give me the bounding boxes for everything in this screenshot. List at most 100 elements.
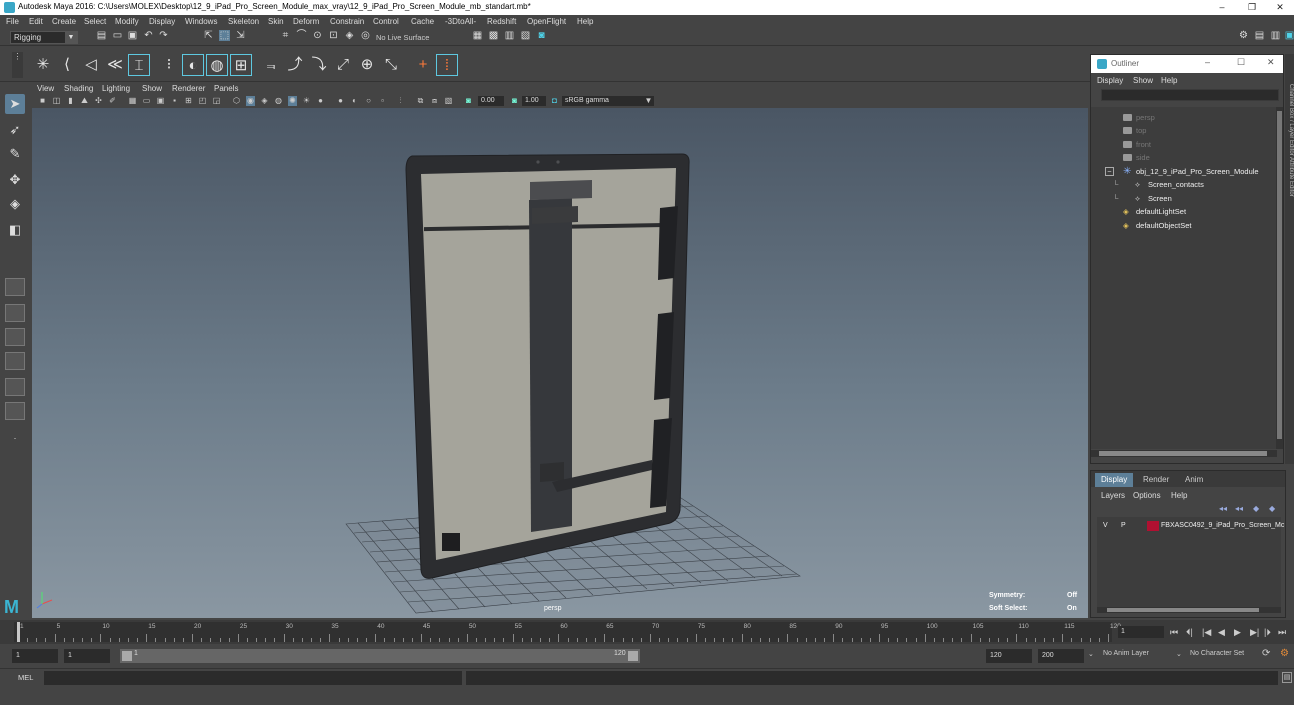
render-view-icon[interactable]: ◙ xyxy=(536,30,547,41)
open-scene-icon[interactable]: ▭ xyxy=(112,30,123,41)
film-gate-icon[interactable]: ▭ xyxy=(142,96,151,106)
ambient-occlusion-icon[interactable]: ● xyxy=(316,96,325,106)
outliner-search-input[interactable] xyxy=(1101,89,1279,101)
cluster-icon[interactable]: ⁞ xyxy=(436,54,458,76)
play-forwards-button[interactable]: ▶ xyxy=(1234,626,1241,638)
exposure-icon[interactable]: ◙ xyxy=(464,96,473,106)
menu-skeleton[interactable]: Skeleton xyxy=(228,17,259,26)
camera-attributes-icon[interactable]: ◫ xyxy=(52,96,61,106)
persp-graph-layout-icon[interactable] xyxy=(5,352,25,370)
menu-skin[interactable]: Skin xyxy=(268,17,284,26)
gamma-icon[interactable]: ◙ xyxy=(510,96,519,106)
image-plane-icon[interactable]: ⛰ xyxy=(80,96,89,106)
scroll-thumb[interactable] xyxy=(1277,111,1282,439)
outliner-menu-display[interactable]: Display xyxy=(1097,76,1123,85)
paint-weights-icon[interactable]: ◍ xyxy=(206,54,228,76)
layer-menu-layers[interactable]: Layers xyxy=(1101,491,1125,500)
color-space-dropdown[interactable]: sRGB gamma xyxy=(562,96,654,106)
pole-vector-icon[interactable]: ⤡ xyxy=(380,54,402,76)
view-transform-icon[interactable]: ◘ xyxy=(550,96,559,106)
move-layer-down-icon[interactable]: ◂◂ xyxy=(1235,504,1243,513)
lasso-tool-icon[interactable]: ➶ xyxy=(5,120,25,140)
point-constraint-icon[interactable]: ⫬ xyxy=(260,54,282,76)
safe-action-icon[interactable]: ◰ xyxy=(198,96,207,106)
textured-icon[interactable]: ◍ xyxy=(274,96,283,106)
save-scene-icon[interactable]: ▣ xyxy=(127,30,138,41)
orient-joint-icon[interactable]: ⌶ xyxy=(128,54,150,76)
step-back-frame-button[interactable]: |◀ xyxy=(1202,626,1211,638)
new-layer-selected-icon[interactable]: ◆ xyxy=(1269,504,1275,513)
render-frame-icon[interactable]: ▦ xyxy=(472,30,483,41)
menu-help[interactable]: Help xyxy=(577,17,593,26)
layer-horizontal-scrollbar[interactable] xyxy=(1097,607,1281,613)
wireframe-on-shaded-icon[interactable]: ◈ xyxy=(260,96,269,106)
menu-openflight[interactable]: OpenFlight xyxy=(527,17,566,26)
shelf-tab-handle[interactable]: ⋮ xyxy=(12,52,23,78)
play-backwards-button[interactable]: ◀ xyxy=(1218,626,1225,638)
use-all-lights-icon[interactable]: ✺ xyxy=(288,96,297,106)
range-end-handle[interactable] xyxy=(628,651,638,661)
grid-toggle-icon[interactable]: ▦ xyxy=(128,96,137,106)
layer-playback-toggle[interactable]: P xyxy=(1121,520,1126,532)
snap-view-icon[interactable]: ⊡ xyxy=(328,30,339,41)
collapse-toggle[interactable]: − xyxy=(1105,167,1114,176)
new-scene-icon[interactable]: ▤ xyxy=(96,30,107,41)
ik-spline-icon[interactable]: ◁ xyxy=(80,54,102,76)
outliner-menu-show[interactable]: Show xyxy=(1133,76,1153,85)
anim-layer-dropdown[interactable]: No Anim Layer xyxy=(1103,650,1149,657)
close-button[interactable]: ✕ xyxy=(1266,0,1294,15)
step-forward-key-button[interactable]: |⏵ xyxy=(1264,626,1271,638)
menu-file[interactable]: File xyxy=(6,17,19,26)
vp-menu-show[interactable]: Show xyxy=(142,84,162,93)
attribute-editor-toggle-icon[interactable]: ▣ xyxy=(1284,30,1294,41)
current-time-marker[interactable] xyxy=(17,622,20,642)
menu-redshift[interactable]: Redshift xyxy=(487,17,516,26)
safe-title-icon[interactable]: ◲ xyxy=(212,96,221,106)
playback-end-field[interactable]: 120 xyxy=(986,649,1032,663)
motion-blur-icon[interactable]: ● xyxy=(336,96,345,106)
vp-menu-renderer[interactable]: Renderer xyxy=(172,84,205,93)
menu-create[interactable]: Create xyxy=(52,17,76,26)
menu-edit[interactable]: Edit xyxy=(29,17,43,26)
outliner-item-side[interactable]: side xyxy=(1091,151,1277,164)
vp-menu-lighting[interactable]: Lighting xyxy=(102,84,130,93)
ipr-render-icon[interactable]: ▩ xyxy=(488,30,499,41)
attribute-editor-side-tab[interactable]: Channel Box / Layer Editor Attribute Edi… xyxy=(1285,54,1294,464)
animation-start-field[interactable]: 1 xyxy=(12,649,58,663)
outliner-item-screen[interactable]: └ ⟡ Screen xyxy=(1091,192,1277,205)
snap-grid-icon[interactable]: ⌗ xyxy=(280,30,291,41)
vp-menu-panels[interactable]: Panels xyxy=(214,84,238,93)
undo-icon[interactable]: ↶ xyxy=(143,30,154,41)
smooth-shade-icon[interactable]: ◉ xyxy=(246,96,255,106)
outliner-close-button[interactable]: ✕ xyxy=(1267,57,1275,68)
menu-select[interactable]: Select xyxy=(84,17,106,26)
rotate-tool-icon[interactable]: ◈ xyxy=(5,194,25,214)
snap-curve-icon[interactable]: ⌒ xyxy=(296,30,307,41)
outliner-item-default-object-set[interactable]: ◈ defaultObjectSet xyxy=(1091,219,1277,232)
select-component-icon[interactable]: ⇲ xyxy=(235,30,246,41)
outliner-item-default-light-set[interactable]: ◈ defaultLightSet xyxy=(1091,205,1277,218)
menu-deform[interactable]: Deform xyxy=(293,17,319,26)
render-settings-icon[interactable]: ▥ xyxy=(504,30,515,41)
restore-button[interactable]: ❐ xyxy=(1238,0,1266,15)
outliner-item-front[interactable]: front xyxy=(1091,138,1277,151)
auto-key-icon[interactable]: ⟳ xyxy=(1262,648,1270,659)
ipad-screen-module-model[interactable] xyxy=(405,153,690,579)
ik-handle-icon[interactable]: ⟨ xyxy=(56,54,78,76)
four-view-layout-icon[interactable] xyxy=(5,304,25,322)
move-layer-up-icon[interactable]: ◂◂ xyxy=(1219,504,1227,513)
layer-visibility-toggle[interactable]: V xyxy=(1103,520,1108,532)
outliner-menu-help[interactable]: Help xyxy=(1161,76,1177,85)
menu-modify[interactable]: Modify xyxy=(115,17,139,26)
snap-point-icon[interactable]: ⊙ xyxy=(312,30,323,41)
orient-constraint-icon[interactable]: ⤵ xyxy=(308,54,330,76)
gamma-field[interactable]: 1.00 xyxy=(522,96,546,106)
vp-menu-view[interactable]: View xyxy=(37,84,54,93)
resolution-gate-icon[interactable]: ▣ xyxy=(156,96,165,106)
perspective-viewport[interactable]: Symmetry: Off Soft Select: On persp xyxy=(32,108,1088,618)
aim-constraint-icon[interactable]: ⤴ xyxy=(284,54,306,76)
time-slider-track[interactable]: 1 5 10 15 20 25 30 35 40 45 50 55 60 65 70 75 80 85 90 95 10… xyxy=(14,622,1121,642)
layer-menu-help[interactable]: Help xyxy=(1171,491,1187,500)
script-editor-icon[interactable]: ▤ xyxy=(1282,672,1292,683)
2d-pan-zoom-icon[interactable]: ✣ xyxy=(94,96,103,106)
